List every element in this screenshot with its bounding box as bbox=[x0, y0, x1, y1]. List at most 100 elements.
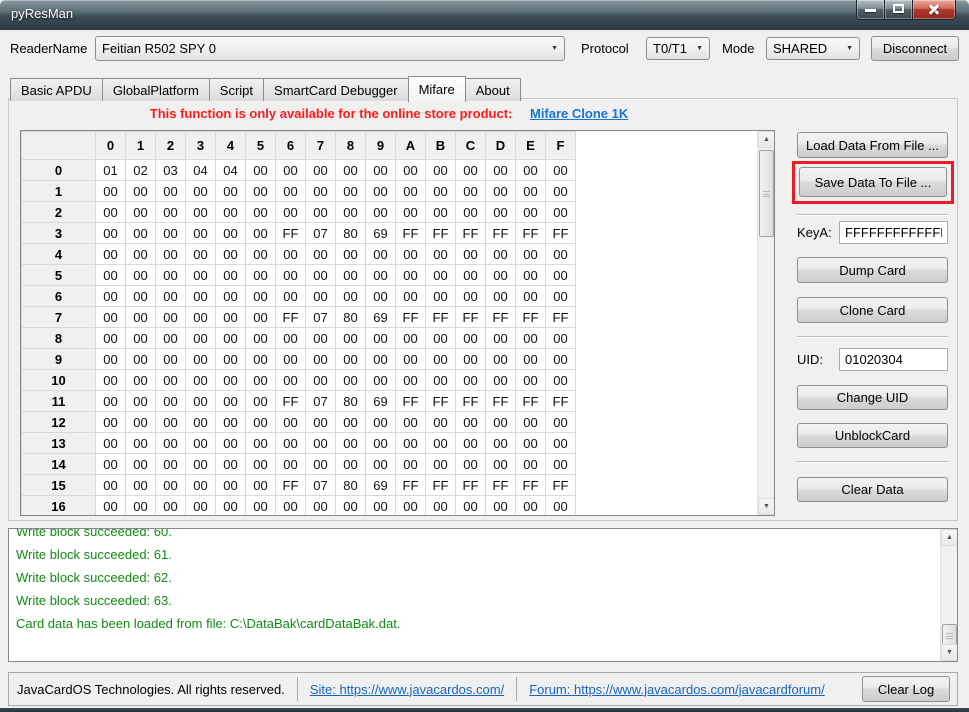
mifare-clone-link[interactable]: Mifare Clone 1K bbox=[530, 106, 628, 121]
grid-cell[interactable]: 00 bbox=[366, 349, 396, 370]
grid-cell[interactable]: 00 bbox=[246, 181, 276, 202]
grid-cell[interactable]: 07 bbox=[306, 391, 336, 412]
grid-cell[interactable]: 00 bbox=[96, 223, 126, 244]
grid-cell[interactable]: 00 bbox=[366, 370, 396, 391]
tab-mifare[interactable]: Mifare bbox=[408, 76, 466, 102]
grid-cell[interactable]: 00 bbox=[96, 475, 126, 496]
clone-card-button[interactable]: Clone Card bbox=[797, 297, 948, 323]
grid-cell[interactable]: 00 bbox=[486, 454, 516, 475]
grid-cell[interactable]: FF bbox=[276, 307, 306, 328]
grid-cell[interactable]: 00 bbox=[156, 496, 186, 517]
grid-cell[interactable]: 00 bbox=[546, 286, 576, 307]
grid-cell[interactable]: 00 bbox=[516, 265, 546, 286]
grid-cell[interactable]: 00 bbox=[156, 433, 186, 454]
grid-cell[interactable]: 00 bbox=[306, 286, 336, 307]
grid-cell[interactable]: FF bbox=[546, 307, 576, 328]
grid-cell[interactable]: 00 bbox=[396, 412, 426, 433]
grid-cell[interactable]: 00 bbox=[486, 286, 516, 307]
grid-cell[interactable]: FF bbox=[516, 391, 546, 412]
grid-cell[interactable]: FF bbox=[456, 391, 486, 412]
scroll-down-icon[interactable]: ▼ bbox=[941, 644, 958, 661]
grid-cell[interactable]: 00 bbox=[126, 244, 156, 265]
grid-cell[interactable]: 00 bbox=[516, 370, 546, 391]
close-button[interactable] bbox=[913, 0, 956, 20]
grid-cell[interactable]: 00 bbox=[456, 181, 486, 202]
grid-cell[interactable]: 00 bbox=[456, 202, 486, 223]
grid-cell[interactable]: FF bbox=[456, 475, 486, 496]
grid-cell[interactable]: 00 bbox=[516, 328, 546, 349]
grid-cell[interactable]: 00 bbox=[126, 433, 156, 454]
grid-cell[interactable]: 00 bbox=[306, 202, 336, 223]
grid-scrollbar[interactable]: ▲ ▼ bbox=[757, 131, 774, 515]
grid-cell[interactable]: 00 bbox=[456, 433, 486, 454]
grid-cell[interactable]: 00 bbox=[276, 328, 306, 349]
grid-cell[interactable]: 00 bbox=[306, 181, 336, 202]
grid-cell[interactable]: 00 bbox=[546, 265, 576, 286]
grid-cell[interactable]: 00 bbox=[486, 244, 516, 265]
grid-cell[interactable]: 00 bbox=[186, 370, 216, 391]
clear-data-button[interactable]: Clear Data bbox=[797, 477, 948, 502]
uid-input[interactable] bbox=[839, 348, 948, 371]
grid-cell[interactable]: 00 bbox=[186, 475, 216, 496]
grid-cell[interactable]: 00 bbox=[486, 265, 516, 286]
grid-cell[interactable]: 00 bbox=[186, 265, 216, 286]
grid-cell[interactable]: 80 bbox=[336, 223, 366, 244]
grid-cell[interactable]: 07 bbox=[306, 475, 336, 496]
tab-basic-apdu[interactable]: Basic APDU bbox=[10, 78, 103, 101]
grid-cell[interactable]: 00 bbox=[366, 202, 396, 223]
unblock-card-button[interactable]: UnblockCard bbox=[797, 423, 948, 448]
grid-cell[interactable]: 00 bbox=[546, 328, 576, 349]
grid-cell[interactable]: 00 bbox=[156, 475, 186, 496]
grid-cell[interactable]: 00 bbox=[516, 160, 546, 181]
grid-cell[interactable]: 00 bbox=[516, 454, 546, 475]
grid-cell[interactable]: 00 bbox=[156, 244, 186, 265]
change-uid-button[interactable]: Change UID bbox=[797, 385, 948, 410]
grid-cell[interactable]: 00 bbox=[276, 412, 306, 433]
grid-cell[interactable]: 69 bbox=[366, 223, 396, 244]
grid-cell[interactable]: 00 bbox=[246, 496, 276, 517]
scroll-up-icon[interactable]: ▲ bbox=[941, 529, 958, 546]
grid-cell[interactable]: 00 bbox=[246, 391, 276, 412]
grid-cell[interactable]: 00 bbox=[366, 265, 396, 286]
grid-cell[interactable]: 00 bbox=[186, 223, 216, 244]
scroll-down-icon[interactable]: ▼ bbox=[758, 498, 775, 515]
grid-cell[interactable]: 00 bbox=[246, 307, 276, 328]
grid-cell[interactable]: 00 bbox=[306, 370, 336, 391]
grid-cell[interactable]: 00 bbox=[156, 370, 186, 391]
grid-cell[interactable]: 00 bbox=[336, 181, 366, 202]
grid-cell[interactable]: 00 bbox=[186, 244, 216, 265]
grid-cell[interactable]: 00 bbox=[246, 244, 276, 265]
grid-cell[interactable]: FF bbox=[396, 391, 426, 412]
grid-cell[interactable]: 00 bbox=[246, 160, 276, 181]
grid-cell[interactable]: 00 bbox=[96, 412, 126, 433]
grid-cell[interactable]: 00 bbox=[96, 286, 126, 307]
grid-cell[interactable]: 00 bbox=[156, 202, 186, 223]
grid-cell[interactable]: 00 bbox=[126, 265, 156, 286]
grid-cell[interactable]: 00 bbox=[336, 496, 366, 517]
grid-cell[interactable]: FF bbox=[516, 223, 546, 244]
dump-card-button[interactable]: Dump Card bbox=[797, 257, 948, 283]
grid-cell[interactable]: 80 bbox=[336, 307, 366, 328]
grid-cell[interactable]: 00 bbox=[456, 349, 486, 370]
grid-cell[interactable]: 00 bbox=[546, 202, 576, 223]
grid-cell[interactable]: 00 bbox=[276, 433, 306, 454]
grid-cell[interactable]: 00 bbox=[96, 244, 126, 265]
grid-cell[interactable]: 00 bbox=[516, 496, 546, 517]
grid-cell[interactable]: 00 bbox=[456, 265, 486, 286]
grid-cell[interactable]: 00 bbox=[486, 496, 516, 517]
grid-cell[interactable]: 00 bbox=[96, 307, 126, 328]
grid-cell[interactable]: 00 bbox=[546, 496, 576, 517]
grid-cell[interactable]: 00 bbox=[216, 265, 246, 286]
grid-cell[interactable]: FF bbox=[426, 391, 456, 412]
grid-cell[interactable]: 00 bbox=[216, 391, 246, 412]
grid-cell[interactable]: 00 bbox=[276, 202, 306, 223]
grid-cell[interactable]: 00 bbox=[246, 454, 276, 475]
tab-script[interactable]: Script bbox=[209, 78, 264, 101]
grid-cell[interactable]: 00 bbox=[216, 328, 246, 349]
grid-cell[interactable]: 00 bbox=[516, 202, 546, 223]
grid-cell[interactable]: 00 bbox=[126, 181, 156, 202]
grid-cell[interactable]: FF bbox=[426, 475, 456, 496]
grid-cell[interactable]: 00 bbox=[486, 181, 516, 202]
grid-cell[interactable]: 00 bbox=[456, 370, 486, 391]
grid-cell[interactable]: 00 bbox=[156, 181, 186, 202]
